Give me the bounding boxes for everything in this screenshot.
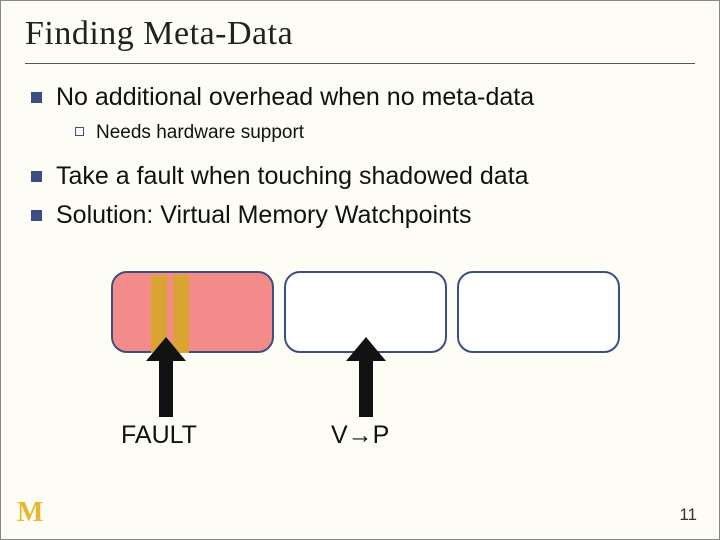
bullet-1a: Needs hardware support xyxy=(75,121,695,145)
bullet-2-text: Take a fault when touching shadowed data xyxy=(56,161,529,192)
bullet-3: Solution: Virtual Memory Watchpoints xyxy=(25,200,695,231)
label-fault: FAULT xyxy=(121,421,197,450)
bullet-icon xyxy=(31,210,42,221)
bullet-3-text: Solution: Virtual Memory Watchpoints xyxy=(56,200,471,231)
page-number: 11 xyxy=(679,505,697,525)
arrow-up-icon xyxy=(159,359,173,417)
bullet-2: Take a fault when touching shadowed data xyxy=(25,161,695,192)
bullet-1-text: No additional overhead when no meta-data xyxy=(56,82,534,113)
page-box-shadowed xyxy=(111,271,274,353)
slide-title: Finding Meta-Data xyxy=(25,9,695,64)
logo-m: M xyxy=(17,497,39,529)
bullet-icon xyxy=(31,171,42,182)
bullet-icon xyxy=(31,92,42,103)
arrow-labels: FAULT V→P xyxy=(111,359,631,489)
slide: Finding Meta-Data No additional overhead… xyxy=(0,0,720,540)
arrow-up-icon xyxy=(359,359,373,417)
page-box xyxy=(457,271,620,353)
sub-bullet-icon xyxy=(75,127,84,136)
bullet-1a-text: Needs hardware support xyxy=(96,121,304,145)
bullet-1: No additional overhead when no meta-data xyxy=(25,82,695,113)
slide-body: No additional overhead when no meta-data… xyxy=(25,82,695,232)
label-vp: V→P xyxy=(331,421,389,450)
